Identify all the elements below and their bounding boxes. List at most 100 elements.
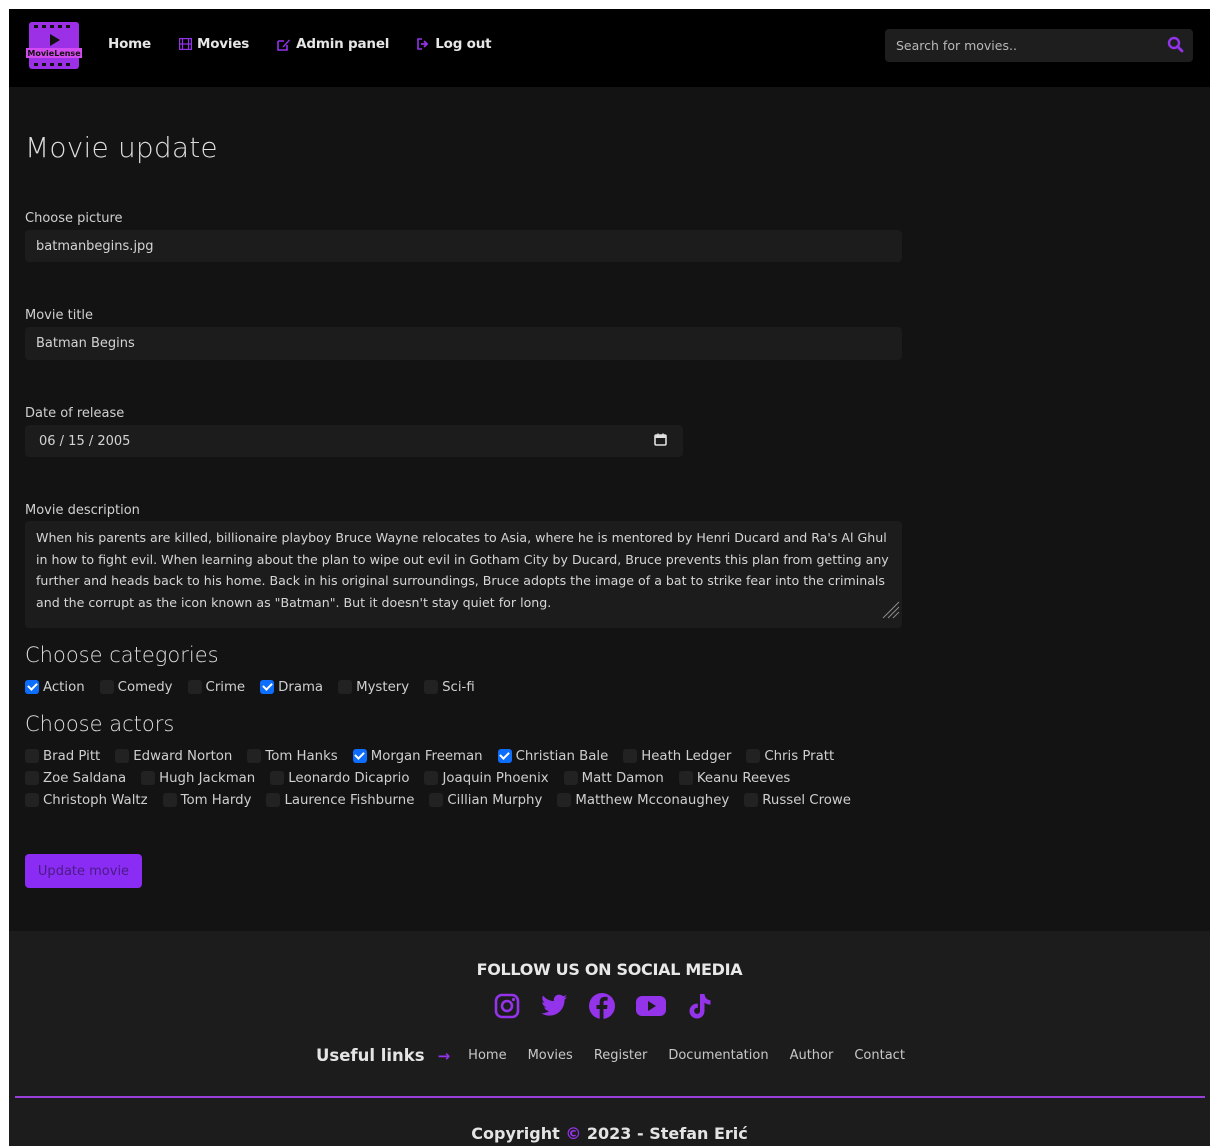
- checkbox-checked-icon[interactable]: [352, 749, 367, 763]
- category-label: Crime: [205, 679, 246, 695]
- nav-links: Home Movies Admin panel Log out: [108, 36, 519, 52]
- movielense-logo[interactable]: MovieLense: [26, 22, 82, 69]
- checkbox-unchecked-icon[interactable]: [429, 793, 444, 807]
- nav-logout[interactable]: Log out: [417, 36, 492, 52]
- actor-label: Heath Ledger: [641, 748, 732, 764]
- actor-checkbox-hugh-jackman[interactable]: Hugh Jackman: [141, 767, 255, 789]
- movie-title-value: Batman Begins: [36, 336, 135, 351]
- checkbox-unchecked-icon[interactable]: [746, 749, 761, 763]
- actor-checkbox-morgan-freeman[interactable]: Morgan Freeman: [352, 745, 483, 767]
- nav-logout-label: Log out: [435, 36, 492, 52]
- actor-checkbox-tom-hardy[interactable]: Tom Hardy: [162, 789, 251, 811]
- checkbox-unchecked-icon[interactable]: [338, 680, 353, 694]
- search-bar: [885, 29, 1193, 62]
- category-checkbox-mystery[interactable]: Mystery: [338, 676, 409, 698]
- checkbox-unchecked-icon[interactable]: [563, 771, 578, 785]
- category-label: Sci-fi: [442, 679, 475, 695]
- release-date-label: Date of release: [25, 406, 125, 421]
- checkbox-checked-icon[interactable]: [260, 680, 275, 694]
- actor-label: Joaquin Phoenix: [442, 770, 549, 786]
- picture-input[interactable]: batmanbegins.jpg: [25, 230, 902, 262]
- actor-checkbox-zoe-saldana[interactable]: Zoe Saldana: [25, 767, 126, 789]
- description-label: Movie description: [25, 503, 140, 518]
- footer-link-register[interactable]: Register: [594, 1048, 648, 1063]
- description-textarea[interactable]: When his parents are killed, billionaire…: [25, 521, 902, 628]
- footer-link-movies[interactable]: Movies: [528, 1048, 573, 1063]
- nav-admin-label: Admin panel: [296, 36, 390, 52]
- actor-label: Christian Bale: [515, 748, 609, 764]
- youtube-icon[interactable]: [635, 994, 667, 1018]
- checkbox-unchecked-icon[interactable]: [270, 771, 285, 785]
- category-checkbox-action[interactable]: Action: [25, 676, 85, 698]
- search-icon[interactable]: [1167, 36, 1184, 57]
- facebook-icon[interactable]: [588, 992, 616, 1020]
- checkbox-unchecked-icon[interactable]: [557, 793, 572, 807]
- actor-checkbox-tom-hanks[interactable]: Tom Hanks: [247, 745, 338, 767]
- picture-value: batmanbegins.jpg: [36, 238, 154, 254]
- category-checkbox-comedy[interactable]: Comedy: [99, 676, 173, 698]
- footer-link-documentation[interactable]: Documentation: [668, 1048, 768, 1063]
- checkbox-unchecked-icon[interactable]: [25, 771, 39, 785]
- actor-checkbox-chris-pratt[interactable]: Chris Pratt: [746, 745, 834, 767]
- checkbox-checked-icon[interactable]: [25, 680, 39, 694]
- instagram-icon[interactable]: [493, 992, 521, 1020]
- actor-checkbox-edward-norton[interactable]: Edward Norton: [115, 745, 232, 767]
- nav-home[interactable]: Home: [108, 36, 151, 52]
- logo-text: MovieLense: [27, 49, 81, 58]
- checkbox-unchecked-icon[interactable]: [141, 771, 156, 785]
- twitter-icon[interactable]: [540, 993, 569, 1019]
- checkbox-unchecked-icon[interactable]: [424, 771, 439, 785]
- actor-checkbox-cillian-murphy[interactable]: Cillian Murphy: [429, 789, 542, 811]
- actor-checkbox-laurence-fishburne[interactable]: Laurence Fishburne: [266, 789, 414, 811]
- actor-checkbox-joaquin-phoenix[interactable]: Joaquin Phoenix: [424, 767, 549, 789]
- actor-checkbox-christian-bale[interactable]: Christian Bale: [497, 745, 609, 767]
- actor-checkbox-russel-crowe[interactable]: Russel Crowe: [744, 789, 851, 811]
- category-checkbox-drama[interactable]: Drama: [260, 676, 323, 698]
- actor-checkbox-brad-pitt[interactable]: Brad Pitt: [25, 745, 100, 767]
- checkbox-unchecked-icon[interactable]: [678, 771, 693, 785]
- checkbox-unchecked-icon[interactable]: [99, 680, 114, 694]
- copyright-prefix: Copyright: [471, 1124, 560, 1143]
- checkbox-unchecked-icon[interactable]: [744, 793, 759, 807]
- checkbox-checked-icon[interactable]: [497, 749, 512, 763]
- checkbox-unchecked-icon[interactable]: [424, 680, 439, 694]
- footer: FOLLOW US ON SOCIAL MEDIA Useful links →…: [9, 931, 1210, 1146]
- movie-title-input[interactable]: Batman Begins: [25, 327, 902, 360]
- update-movie-button[interactable]: Update movie: [25, 854, 142, 888]
- nav-admin-panel[interactable]: Admin panel: [277, 36, 389, 52]
- actor-checkbox-heath-ledger[interactable]: Heath Ledger: [623, 745, 731, 767]
- footer-link-author[interactable]: Author: [790, 1048, 834, 1063]
- release-date-input[interactable]: 06 / 15 / 2005: [25, 425, 683, 457]
- checkbox-unchecked-icon[interactable]: [187, 680, 202, 694]
- actor-checkbox-matthew-mcconaughey[interactable]: Matthew Mcconaughey: [557, 789, 729, 811]
- nav-movies[interactable]: Movies: [179, 36, 249, 52]
- category-label: Drama: [278, 679, 324, 695]
- actor-checkbox-christoph-waltz[interactable]: Christoph Waltz: [25, 789, 148, 811]
- calendar-icon[interactable]: [654, 433, 667, 450]
- actor-label: Morgan Freeman: [370, 748, 483, 764]
- footer-link-home[interactable]: Home: [468, 1048, 506, 1063]
- checkbox-unchecked-icon[interactable]: [266, 793, 281, 807]
- category-checkbox-crime[interactable]: Crime: [187, 676, 246, 698]
- arrow-right-icon: →: [437, 1046, 451, 1065]
- resize-grip-icon[interactable]: [878, 597, 900, 626]
- actor-label: Russel Crowe: [762, 792, 851, 808]
- tiktok-icon[interactable]: [686, 992, 712, 1020]
- categories-title: Choose categories: [25, 643, 219, 667]
- checkbox-unchecked-icon[interactable]: [162, 793, 177, 807]
- checkbox-unchecked-icon[interactable]: [25, 793, 39, 807]
- checkbox-unchecked-icon[interactable]: [623, 749, 638, 763]
- search-input[interactable]: [885, 29, 1155, 62]
- checkbox-unchecked-icon[interactable]: [115, 749, 130, 763]
- category-checkbox-sci-fi[interactable]: Sci-fi: [424, 676, 475, 698]
- footer-divider: [15, 1096, 1205, 1098]
- actor-checkbox-matt-damon[interactable]: Matt Damon: [563, 767, 664, 789]
- useful-links: Useful links → Home Movies Register Docu…: [316, 1046, 926, 1065]
- actor-checkbox-leonardo-dicaprio[interactable]: Leonardo Dicaprio: [270, 767, 409, 789]
- footer-link-contact[interactable]: Contact: [854, 1048, 905, 1063]
- checkbox-unchecked-icon[interactable]: [25, 749, 39, 763]
- actor-label: Zoe Saldana: [43, 770, 127, 786]
- checkbox-unchecked-icon[interactable]: [247, 749, 262, 763]
- actor-checkbox-keanu-reeves[interactable]: Keanu Reeves: [678, 767, 790, 789]
- actor-label: Leonardo Dicaprio: [288, 770, 410, 786]
